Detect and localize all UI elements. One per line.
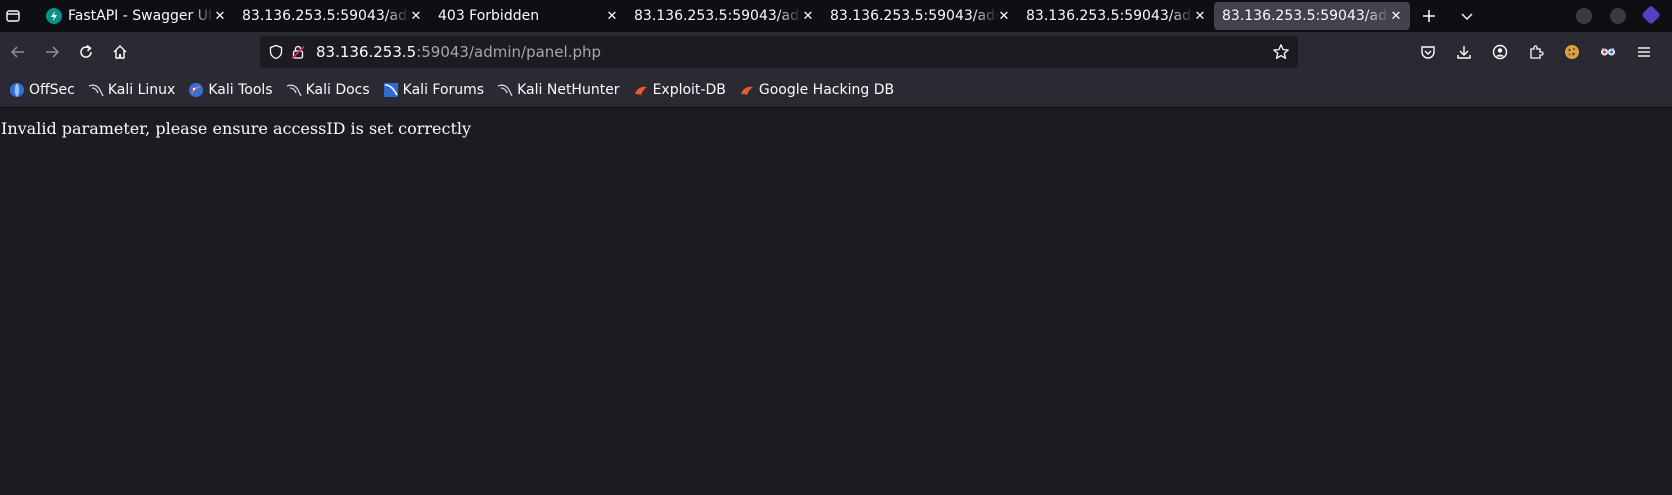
plus-icon: [1423, 10, 1435, 22]
bookmark-google-hacking-db[interactable]: Google Hacking DB: [735, 78, 898, 102]
extension-diamond-icon[interactable]: [1641, 5, 1661, 25]
cookie-extension-button[interactable]: [1556, 36, 1588, 68]
tab-admin-active[interactable]: 83.136.253.5:59043/admin ✕: [1214, 2, 1410, 30]
exploit-db-icon: [633, 82, 649, 98]
window-dot-icon[interactable]: [1610, 8, 1626, 24]
kali-dragon-icon: [88, 82, 104, 98]
tab-title: 83.136.253.5:59043/admin: [1222, 8, 1390, 24]
close-icon[interactable]: ✕: [996, 8, 1012, 24]
download-icon: [1457, 46, 1471, 59]
close-icon[interactable]: ✕: [1192, 8, 1208, 24]
bookmark-label: OffSec: [29, 81, 75, 98]
chevron-down-icon: [1461, 13, 1473, 21]
cookie-icon: [1565, 45, 1579, 59]
offsec-icon: [9, 82, 25, 98]
back-button[interactable]: [2, 36, 34, 68]
arrow-right-icon: [46, 46, 60, 58]
bookmark-label: Google Hacking DB: [758, 81, 895, 98]
pocket-button[interactable]: [1412, 36, 1444, 68]
account-button[interactable]: [1484, 36, 1516, 68]
bookmark-kali-forums[interactable]: Kali Forums: [379, 78, 488, 102]
star-icon: [1273, 44, 1289, 59]
fastapi-icon: [46, 8, 62, 24]
bookmark-label: Kali NetHunter: [517, 81, 620, 98]
close-icon[interactable]: ✕: [604, 8, 620, 24]
shield-icon[interactable]: [268, 44, 284, 60]
new-tab-button[interactable]: [1410, 0, 1448, 32]
puzzle-icon: [1530, 45, 1544, 59]
toolbar-actions: [1412, 36, 1660, 68]
url-path: :59043/admin/panel.php: [416, 43, 602, 61]
window-controls: [1576, 5, 1661, 25]
bookmark-kali-tools[interactable]: Kali Tools: [184, 78, 276, 102]
url-bar[interactable]: 83.136.253.5:59043/admin/panel.php: [260, 36, 1298, 68]
exploit-db-icon: [739, 82, 755, 98]
tab-overview-icon: [6, 10, 20, 22]
bookmark-star-button[interactable]: [1272, 43, 1290, 65]
url-host: 83.136.253.5: [316, 43, 417, 61]
tab-admin[interactable]: 83.136.253.5:59043/admin ✕: [626, 2, 822, 30]
close-icon[interactable]: ✕: [1388, 8, 1404, 24]
downloads-button[interactable]: [1448, 36, 1480, 68]
account-icon: [1492, 44, 1508, 60]
owl-icon: [1601, 47, 1615, 56]
menu-button[interactable]: [1628, 36, 1660, 68]
wappalyzer-extension-button[interactable]: [1592, 36, 1624, 68]
home-button[interactable]: [104, 36, 136, 68]
bookmark-kali-docs[interactable]: Kali Docs: [282, 78, 374, 102]
bookmark-kali-linux[interactable]: Kali Linux: [84, 78, 179, 102]
tab-admin[interactable]: 83.136.253.5:59043/admin ✕: [1018, 2, 1214, 30]
bookmark-kali-nethunter[interactable]: Kali NetHunter: [493, 78, 623, 102]
insecure-lock-icon[interactable]: [290, 44, 306, 60]
reload-icon: [80, 44, 92, 58]
close-icon[interactable]: ✕: [212, 8, 228, 24]
tab-title: FastAPI - Swagger UI: [68, 8, 213, 24]
tab-title: 403 Forbidden: [438, 8, 540, 24]
bookmark-offsec[interactable]: OffSec: [5, 78, 79, 102]
pocket-icon: [1421, 46, 1435, 59]
tab-fastapi[interactable]: FastAPI - Swagger UI ✕: [38, 2, 234, 30]
bookmark-label: Kali Forums: [402, 81, 485, 98]
close-icon[interactable]: ✕: [800, 8, 816, 24]
kali-dragon-icon: [497, 82, 513, 98]
hamburger-menu-icon: [1638, 47, 1650, 57]
window-dot-icon[interactable]: [1576, 8, 1592, 24]
bookmarks-toolbar: OffSec Kali Linux Kali Tools Kali Docs K…: [0, 72, 1672, 108]
tab-strip: FastAPI - Swagger UI ✕ 83.136.253.5:5904…: [0, 0, 1672, 32]
bookmark-label: Kali Docs: [305, 81, 370, 98]
bookmark-label: Kali Linux: [107, 81, 176, 98]
list-all-tabs-button[interactable]: [1448, 0, 1486, 32]
forward-button[interactable]: [36, 36, 68, 68]
tab-overview-button[interactable]: [0, 0, 26, 32]
extensions-button[interactable]: [1520, 36, 1552, 68]
tab-title: 83.136.253.5:59043/admin: [1026, 8, 1194, 24]
close-icon[interactable]: ✕: [408, 8, 424, 24]
bookmark-label: Exploit-DB: [652, 81, 726, 98]
bookmark-exploit-db[interactable]: Exploit-DB: [629, 78, 730, 102]
arrow-left-icon: [10, 46, 24, 58]
kali-tools-icon: [188, 82, 204, 98]
tab-title: 83.136.253.5:59043/admin: [830, 8, 998, 24]
tab-forbidden[interactable]: 403 Forbidden ✕: [430, 2, 626, 30]
kali-forums-icon: [383, 82, 399, 98]
navigation-toolbar: 83.136.253.5:59043/admin/panel.php: [0, 32, 1672, 72]
tab-title: 83.136.253.5:59043/admin: [634, 8, 802, 24]
reload-button[interactable]: [70, 36, 102, 68]
home-icon: [113, 45, 127, 59]
tab-list: FastAPI - Swagger UI ✕ 83.136.253.5:5904…: [38, 0, 1410, 32]
tab-title: 83.136.253.5:59043/admin: [242, 8, 410, 24]
kali-dragon-icon: [286, 82, 302, 98]
error-message: Invalid parameter, please ensure accessI…: [1, 119, 472, 138]
tab-admin[interactable]: 83.136.253.5:59043/admin ✕: [822, 2, 1018, 30]
bookmark-label: Kali Tools: [208, 81, 273, 98]
tab-admin[interactable]: 83.136.253.5:59043/admin ✕: [234, 2, 430, 30]
page-content: Invalid parameter, please ensure accessI…: [0, 109, 1672, 495]
